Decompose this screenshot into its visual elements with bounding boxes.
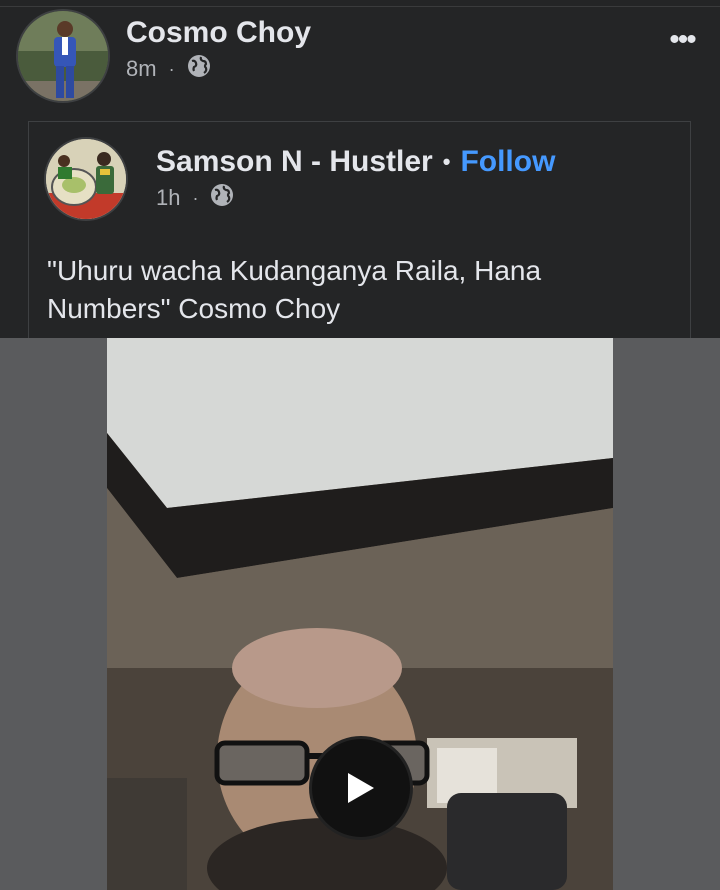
shared-post-meta: 1h ·	[156, 183, 234, 213]
top-divider	[0, 6, 720, 7]
more-options-icon[interactable]: •••	[662, 25, 702, 55]
play-icon	[348, 773, 374, 803]
meta-separator: ·	[192, 187, 199, 208]
play-button[interactable]	[309, 736, 413, 840]
shared-post-text: "Uhuru wacha Kudanganya Raila, Hana Numb…	[47, 255, 542, 324]
author-avatar[interactable]	[16, 9, 110, 103]
follow-button[interactable]: Follow	[460, 145, 555, 179]
bullet-separator: •	[442, 149, 451, 174]
shared-post-timestamp[interactable]: 1h	[156, 185, 180, 211]
globe-icon[interactable]	[187, 54, 211, 84]
globe-icon[interactable]	[210, 183, 234, 213]
avatar-photo	[18, 11, 108, 101]
post-meta: 8m ·	[126, 54, 211, 84]
shared-post-header: Samson N - Hustler • Follow	[156, 145, 555, 179]
shared-avatar-photo	[46, 139, 126, 219]
meta-separator: ·	[168, 58, 175, 79]
shared-author-name[interactable]: Samson N - Hustler	[156, 145, 433, 179]
post-author-name[interactable]: Cosmo Choy	[126, 16, 311, 50]
shared-author-avatar[interactable]	[44, 137, 128, 221]
post-timestamp[interactable]: 8m	[126, 56, 157, 82]
